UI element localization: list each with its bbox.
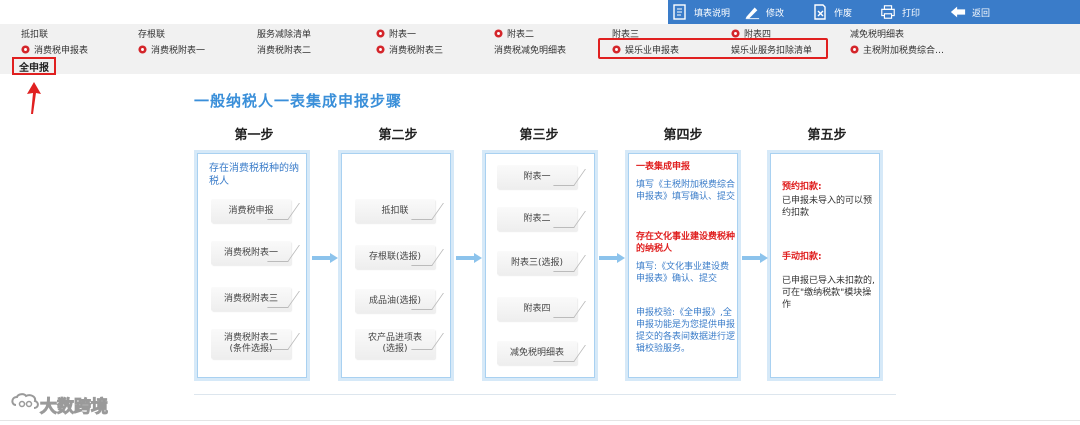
tab-consumption-schedule-3[interactable]: 消费税附表三 bbox=[376, 42, 443, 56]
integrated-report-text: 填写《主税附加税费综合申报表》填写确认、提交 bbox=[636, 180, 736, 202]
fill-instructions-button[interactable]: 填表说明 bbox=[672, 0, 730, 24]
void-button[interactable]: 作废 bbox=[812, 0, 852, 24]
required-flower-icon bbox=[376, 28, 385, 38]
printer-icon bbox=[880, 4, 896, 20]
page-title: 一般纳税人一表集成申报步骤 bbox=[194, 92, 403, 110]
required-flower-icon bbox=[494, 28, 503, 38]
step-4-title: 第四步 bbox=[663, 128, 703, 143]
tab-consumption-reduction-detail[interactable]: 消费税减免明细表 bbox=[494, 42, 566, 56]
arrow-right-icon bbox=[312, 253, 338, 263]
consumption-tax-return-button[interactable]: 消费税申报 bbox=[211, 199, 291, 223]
arrow-right-icon bbox=[742, 253, 768, 263]
void-label: 作废 bbox=[834, 8, 853, 19]
required-flower-icon bbox=[376, 44, 385, 54]
step-2-title: 第二步 bbox=[378, 128, 418, 143]
print-button[interactable]: 打印 bbox=[880, 0, 920, 24]
step-4-panel: 一表集成申报 填写《主税附加税费综合申报表》填写确认、提交 存在文化事业建设费税… bbox=[625, 150, 741, 381]
watermark: 大数跨境 bbox=[10, 392, 109, 418]
step-1-panel: 存在消费税税种的纳税人 消费税申报 消费税附表一 消费税附表三 消费税附表二 (条… bbox=[194, 150, 310, 381]
tab-main-tax-surcharge-combined[interactable]: 主税附加税费综合… bbox=[850, 42, 944, 56]
culture-fee-heading: 存在文化事业建设费税种的纳税人 bbox=[636, 232, 736, 254]
tab-deduction-copy[interactable]: 抵扣联 bbox=[21, 26, 48, 40]
step-3-title: 第三步 bbox=[519, 128, 559, 143]
deduction-copy-button[interactable]: 抵扣联 bbox=[355, 199, 435, 223]
back-arrow-icon bbox=[950, 4, 966, 20]
highlight-box bbox=[598, 38, 828, 59]
required-flower-icon bbox=[731, 28, 740, 38]
back-label: 返回 bbox=[972, 8, 991, 19]
bottom-line bbox=[0, 420, 1080, 421]
full-report-button[interactable]: 全申报 bbox=[12, 57, 56, 75]
schedule-1-button[interactable]: 附表一 bbox=[497, 165, 577, 189]
scheduled-deduction-heading: 预约扣款: bbox=[782, 182, 822, 192]
consumption-schedule-1-button[interactable]: 消费税附表一 bbox=[211, 241, 291, 265]
print-label: 打印 bbox=[902, 8, 921, 19]
required-flower-icon bbox=[21, 44, 30, 54]
integrated-report-heading: 一表集成申报 bbox=[636, 162, 691, 172]
arrow-right-icon bbox=[599, 253, 625, 263]
tab-consumption-schedule-1[interactable]: 消费税附表一 bbox=[138, 42, 205, 56]
step-1-title: 第一步 bbox=[234, 128, 274, 143]
consumption-schedule-3-button[interactable]: 消费税附表三 bbox=[211, 287, 291, 311]
scheduled-deduction-text: 已申报未导入的可以预约扣款 bbox=[782, 196, 873, 218]
required-flower-icon bbox=[850, 44, 859, 54]
manual-deduction-text: 已申报已导入未扣款的,可在"缴纳税款"模块操作 bbox=[782, 276, 875, 310]
toolbar: 填表说明 修改 作废 打印 返回 bbox=[0, 0, 1080, 24]
culture-fee-text: 填写:《文化事业建设费申报表》确认、提交 bbox=[636, 262, 730, 284]
agricultural-input-button[interactable]: 农产品进项表 (选报) bbox=[355, 329, 435, 359]
step-3-panel: 附表一 附表二 附表三(选报) 附表四 减免税明细表 bbox=[482, 150, 598, 381]
tax-reduction-detail-button[interactable]: 减免税明细表 bbox=[497, 341, 577, 365]
tab-tax-reduction-detail[interactable]: 减免税明细表 bbox=[850, 26, 904, 40]
step-5-panel: 预约扣款: 已申报未导入的可以预约扣款 手动扣款: 已申报已导入未扣款的,可在"… bbox=[767, 150, 883, 381]
modify-button[interactable]: 修改 bbox=[744, 0, 784, 24]
tab-consumption-schedule-2[interactable]: 消费税附表二 bbox=[257, 42, 311, 56]
step-5-title: 第五步 bbox=[807, 128, 847, 143]
document-icon bbox=[672, 4, 688, 20]
schedule-4-button[interactable]: 附表四 bbox=[497, 297, 577, 321]
consumption-schedule-2-button[interactable]: 消费税附表二 (条件选报) bbox=[211, 329, 291, 359]
tab-schedule-1[interactable]: 附表一 bbox=[376, 26, 416, 40]
divider bbox=[194, 394, 896, 395]
schedule-2-button[interactable]: 附表二 bbox=[497, 207, 577, 231]
arrow-right-icon bbox=[456, 253, 482, 263]
validation-text: 申报校验:《全申报》,全申报功能是为您提供申报提交的各表间数据进行逻辑校验服务。 bbox=[636, 308, 736, 354]
step-1-description: 存在消费税税种的纳税人 bbox=[209, 163, 299, 187]
watermark-logo-icon bbox=[11, 392, 39, 409]
red-pointer-arrow-icon bbox=[27, 82, 41, 114]
tab-stub-copy[interactable]: 存根联 bbox=[138, 26, 165, 40]
pencil-icon bbox=[744, 4, 760, 20]
tab-schedule-2[interactable]: 附表二 bbox=[494, 26, 534, 40]
stub-copy-button[interactable]: 存根联(选报) bbox=[355, 245, 435, 269]
required-flower-icon bbox=[138, 44, 147, 54]
back-button[interactable]: 返回 bbox=[950, 0, 990, 24]
tab-consumption-tax-return[interactable]: 消费税申报表 bbox=[21, 42, 88, 56]
manual-deduction-heading: 手动扣款: bbox=[782, 252, 822, 262]
refined-oil-button[interactable]: 成品油(选报) bbox=[355, 289, 435, 313]
step-2-panel: 抵扣联 存根联(选报) 成品油(选报) 农产品进项表 (选报) bbox=[338, 150, 454, 381]
modify-label: 修改 bbox=[766, 8, 785, 19]
schedule-3-button[interactable]: 附表三(选报) bbox=[497, 251, 577, 275]
form-tabs: 抵扣联 存根联 服务减除清单 附表一 附表二 附表三 附表四 减免税明细表 消费… bbox=[0, 24, 1080, 74]
fill-instructions-label: 填表说明 bbox=[694, 8, 731, 19]
void-document-icon bbox=[812, 4, 828, 20]
tab-service-deduction-list[interactable]: 服务减除清单 bbox=[257, 26, 311, 40]
